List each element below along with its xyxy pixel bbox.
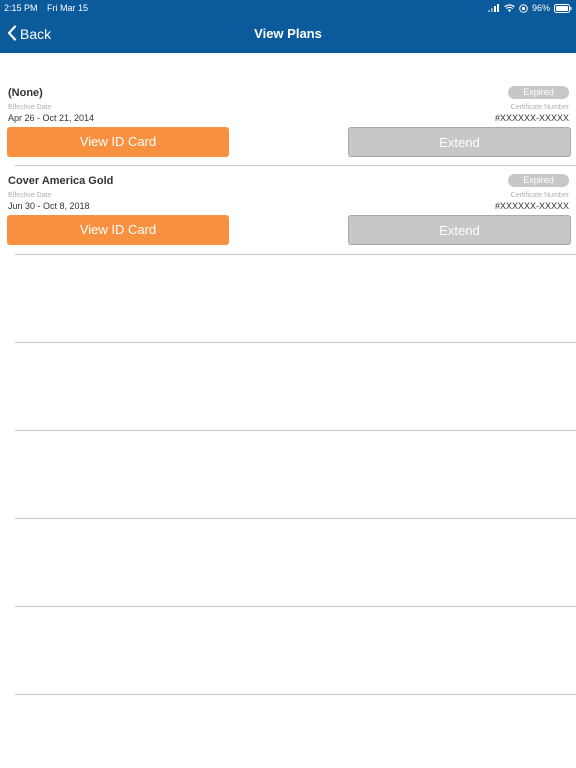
effective-date-value: Apr 26 - Oct 21, 2014 [8, 113, 95, 123]
status-bar: 2:15 PM Fri Mar 15 96% [0, 2, 576, 14]
navigation-bar: Back View Plans [0, 18, 576, 50]
effective-date-label: Effective Date [8, 192, 52, 199]
cellular-signal-icon [487, 4, 500, 12]
extend-button[interactable]: Extend [348, 215, 571, 245]
effective-date-value: Jun 30 - Oct 8, 2018 [8, 201, 90, 211]
row-divider [15, 694, 576, 695]
status-badge: Expired [508, 86, 569, 99]
row-divider [15, 518, 576, 519]
row-divider [15, 165, 576, 166]
certificate-number-value: #XXXXXX-XXXXX [494, 113, 569, 123]
top-bar: 2:15 PM Fri Mar 15 96% Back View Plans [0, 0, 576, 53]
certificate-number-label: Certificate Number [510, 192, 569, 199]
view-id-card-button[interactable]: View ID Card [7, 127, 229, 157]
wifi-icon [504, 4, 515, 12]
row-divider [15, 430, 576, 431]
plan-name: Cover America Gold [8, 175, 114, 187]
page-title: View Plans [254, 26, 322, 41]
view-id-card-button[interactable]: View ID Card [7, 215, 229, 245]
status-indicators: 96% [487, 2, 572, 14]
status-time: 2:15 PM [4, 3, 38, 13]
extend-button[interactable]: Extend [348, 127, 571, 157]
row-divider [15, 342, 576, 343]
location-icon [519, 3, 528, 13]
status-date: Fri Mar 15 [47, 3, 89, 13]
battery-percent: 96% [531, 3, 550, 13]
certificate-number-label: Certificate Number [510, 104, 569, 111]
status-badge: Expired [508, 174, 569, 187]
plan-card: Cover America Gold Expired Effective Dat… [0, 174, 576, 263]
row-divider [15, 254, 576, 255]
battery-icon [554, 3, 572, 13]
plan-name: (None) [8, 87, 43, 99]
certificate-number-value: #XXXXXX-XXXXX [494, 201, 569, 211]
row-divider [15, 606, 576, 607]
plan-card: (None) Expired Effective Date Apr 26 - O… [0, 86, 576, 175]
effective-date-label: Effective Date [8, 104, 52, 111]
